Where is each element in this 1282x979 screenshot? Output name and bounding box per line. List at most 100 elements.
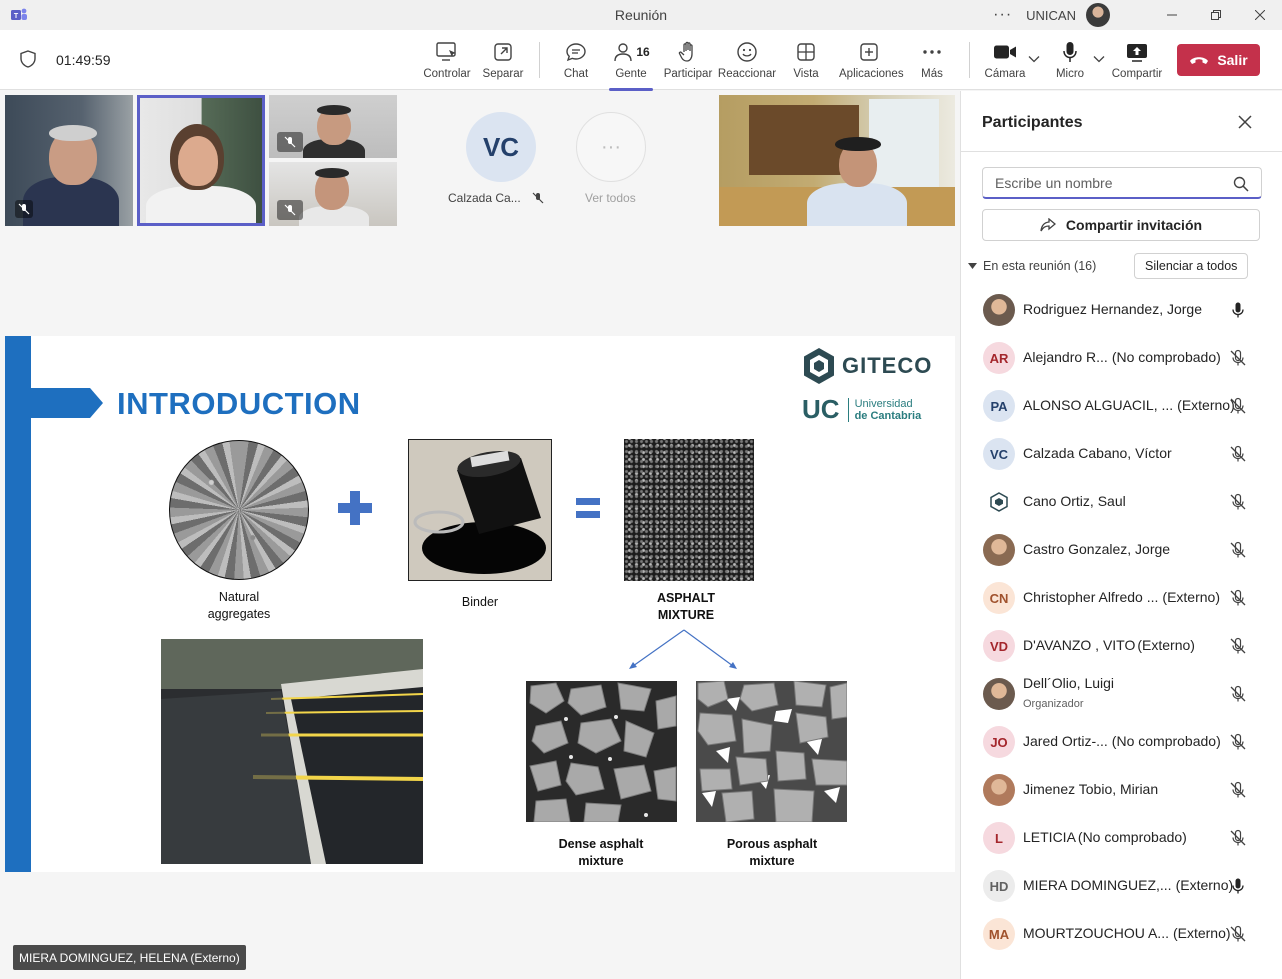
porous-pavement-photo: [161, 639, 423, 864]
more-icon: [923, 50, 941, 54]
mute-all-button[interactable]: Silenciar a todos: [1134, 253, 1249, 279]
participant-row[interactable]: Cano Ortiz, Saul: [961, 478, 1282, 526]
pop-out-icon: [494, 43, 512, 61]
muted-mic-icon[interactable]: [1229, 397, 1247, 415]
panel-title: Participantes: [982, 114, 1083, 131]
muted-mic-icon[interactable]: [1229, 445, 1247, 463]
view-button[interactable]: Vista: [776, 40, 836, 80]
participant-row[interactable]: VC Calzada Cabano, Víctor: [961, 430, 1282, 478]
participant-row[interactable]: L LETICIA (No comprobado): [961, 814, 1282, 862]
microphone-icon[interactable]: [1229, 301, 1247, 319]
share-invite-button[interactable]: Compartir invitación: [982, 209, 1260, 241]
participant-row[interactable]: Rodriguez Hernandez, Jorge: [961, 286, 1282, 334]
microphone-icon[interactable]: [1229, 877, 1247, 895]
muted-mic-icon[interactable]: [1229, 493, 1247, 511]
participant-row[interactable]: Castro Gonzalez, Jorge: [961, 526, 1282, 574]
participant-row[interactable]: CN Christopher Alfredo ... (Externo): [961, 574, 1282, 622]
control-screen-icon: [436, 42, 456, 61]
chat-icon: [566, 43, 586, 62]
participant-search-input[interactable]: [995, 174, 1225, 191]
video-tile[interactable]: [269, 95, 397, 158]
participant-name: MOURTZOUCHOU A... (Externo): [1023, 925, 1231, 941]
participant-video: [315, 168, 349, 178]
organization-name[interactable]: UNICAN: [1026, 8, 1076, 23]
participant-name: Jared Ortiz-... (No comprobado): [1023, 733, 1221, 749]
muted-mic-icon[interactable]: [1229, 541, 1247, 559]
apps-button[interactable]: Aplicaciones: [839, 40, 904, 80]
participant-row[interactable]: JO Jared Ortiz-... (No comprobado): [961, 718, 1282, 766]
search-icon[interactable]: [1233, 176, 1249, 192]
microphone-icon: [1063, 42, 1077, 62]
participant-row[interactable]: VD D'AVANZO , VITO (Externo): [961, 622, 1282, 670]
active-speaker-video-tile[interactable]: [137, 95, 265, 226]
participant-video: [807, 183, 907, 226]
participant-row[interactable]: PA ALONSO ALGUACIL, ... (Externo): [961, 382, 1282, 430]
video-tile[interactable]: [5, 95, 133, 226]
participant-row[interactable]: Dell´Olio, Luigi Organizador: [961, 670, 1282, 718]
dense-asphalt-caption-line1: Dense asphalt: [558, 837, 644, 851]
aggregates-image: [169, 440, 309, 580]
see-all-button[interactable]: ···: [576, 112, 646, 182]
muted-mic-icon[interactable]: [1229, 685, 1247, 703]
equals-sign-icon: [576, 498, 600, 518]
restore-button[interactable]: [1194, 0, 1238, 30]
meeting-timer: 01:49:59: [56, 52, 111, 68]
shield-icon[interactable]: [20, 50, 36, 68]
muted-mic-icon[interactable]: [1229, 349, 1247, 367]
title-bar: T Reunión ··· UNICAN: [0, 0, 1282, 30]
muted-mic-icon[interactable]: [1229, 637, 1247, 655]
muted-mic-icon: [532, 192, 544, 204]
muted-mic-icon[interactable]: [1229, 781, 1247, 799]
leave-label: Salir: [1217, 52, 1248, 68]
participant-name: Calzada Cabano, Víctor: [1023, 445, 1172, 461]
participant-row[interactable]: MA MOURTZOUCHOU A... (Externo): [961, 910, 1282, 958]
microphone-options-chevron-icon[interactable]: [1093, 54, 1105, 66]
porous-asphalt-image: [696, 681, 847, 822]
control-button[interactable]: Controlar: [417, 40, 477, 80]
microphone-button[interactable]: Micro: [1040, 40, 1100, 80]
pop-out-button[interactable]: Separar: [473, 40, 533, 80]
participant-name: Rodriguez Hernandez, Jorge: [1023, 301, 1202, 317]
muted-mic-icon[interactable]: [1229, 829, 1247, 847]
headset: [835, 137, 881, 151]
raise-hand-button[interactable]: Participar: [658, 40, 718, 80]
muted-mic-icon[interactable]: [1229, 925, 1247, 943]
minimize-button[interactable]: [1150, 0, 1194, 30]
smiley-icon: [737, 42, 757, 62]
user-avatar[interactable]: [1086, 3, 1110, 27]
participant-status-suffix: (Externo): [1177, 397, 1235, 413]
hang-up-icon: [1190, 57, 1209, 64]
participants-panel: Participantes Compartir invitación En es…: [960, 91, 1282, 979]
camera-options-chevron-icon[interactable]: [1028, 54, 1040, 66]
see-all-label: Ver todos: [585, 191, 636, 205]
participant-initials-avatar: AR: [983, 342, 1015, 374]
aggregates-caption-line1: Natural: [218, 590, 260, 604]
share-screen-button[interactable]: Compartir: [1107, 40, 1167, 80]
participant-display-name: Cano Ortiz, Saul: [1023, 493, 1126, 509]
muted-mic-icon[interactable]: [1229, 589, 1247, 607]
leave-button[interactable]: Salir: [1177, 44, 1260, 76]
participant-row[interactable]: AR Alejandro R... (No comprobado): [961, 334, 1282, 382]
participant-initials-avatar: PA: [983, 390, 1015, 422]
participant-row[interactable]: Jimenez Tobio, Mirian: [961, 766, 1282, 814]
muted-mic-icon[interactable]: [1229, 733, 1247, 751]
share-screen-icon: [1127, 44, 1147, 62]
pop-out-label: Separar: [482, 68, 524, 80]
participant-search[interactable]: [982, 167, 1262, 199]
microphone-label: Micro: [1055, 68, 1085, 80]
people-button[interactable]: 16 Gente: [601, 40, 661, 91]
uc-logo-line1: Universidad: [854, 397, 913, 410]
camera-button[interactable]: Cámara: [975, 40, 1035, 80]
participant-avatar-vc[interactable]: VC: [466, 112, 536, 182]
in-meeting-section-toggle[interactable]: En esta reunión (16): [968, 259, 1096, 273]
video-tile[interactable]: [719, 95, 955, 226]
close-panel-icon[interactable]: [1236, 113, 1254, 131]
participant-row[interactable]: HD MIERA DOMINGUEZ,... (Externo): [961, 862, 1282, 910]
more-button[interactable]: Más: [902, 40, 962, 80]
binder-caption: Binder: [461, 595, 499, 609]
video-tile[interactable]: [269, 162, 397, 226]
chat-button[interactable]: Chat: [546, 40, 606, 80]
more-options-icon[interactable]: ···: [993, 6, 1012, 24]
close-window-button[interactable]: [1238, 0, 1282, 30]
react-button[interactable]: Reaccionar: [717, 40, 777, 80]
